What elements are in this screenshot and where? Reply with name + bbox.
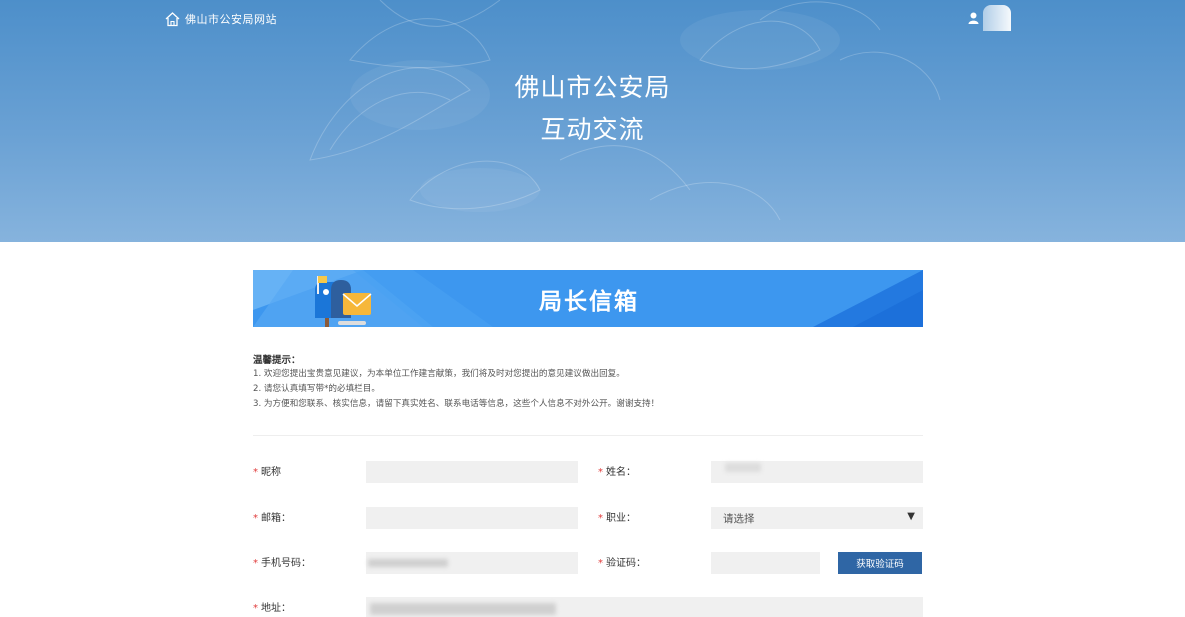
home-icon (165, 12, 180, 27)
blurred-value (725, 463, 761, 472)
blurred-value (370, 603, 556, 615)
get-verification-code-button[interactable]: 获取验证码 (838, 552, 922, 574)
required-mark: * (253, 513, 258, 524)
nickname-label: * 昵称 (253, 467, 281, 478)
divider (253, 435, 923, 436)
occupation-selected-value: 请选择 (723, 513, 755, 525)
hero-title-line1: 佛山市公安局 (514, 73, 671, 102)
occupation-select[interactable]: 请选择 ▼ (711, 507, 923, 529)
hero-header: 佛山市公安局网站 佛山市公安局 互动交流 (0, 0, 1185, 242)
phone-label: * 手机号码： (253, 558, 311, 569)
page: 佛山市公安局网站 佛山市公安局 互动交流 局长信箱 温馨提示： 1. 欢迎您提出… (0, 0, 1185, 617)
tips-line-2: 2. 请您认真填写带*的必填栏目。 (253, 384, 380, 394)
tips-line-1: 1. 欢迎您提出宝贵意见建议，为本单位工作建言献策，我们将及时对您提出的意见建议… (253, 369, 625, 379)
user-menu[interactable] (968, 4, 1011, 32)
avatar[interactable] (983, 5, 1011, 31)
tips-line-3: 3. 为方便和您联系、核实信息，请留下真实姓名、联系电话等信息，这些个人信息不对… (253, 399, 660, 409)
blurred-value (368, 559, 448, 567)
banner-title: 局长信箱 (539, 288, 639, 315)
home-link-label: 佛山市公安局网站 (185, 13, 277, 26)
required-mark: * (253, 603, 258, 614)
name-label: * 姓名： (598, 467, 636, 478)
occupation-label: * 职业： (598, 513, 636, 524)
tips-title: 温馨提示： (253, 355, 301, 366)
user-icon (968, 12, 979, 24)
hero-title-line2: 互动交流 (540, 115, 645, 144)
director-mailbox-banner: 局长信箱 (253, 270, 923, 327)
required-mark: * (253, 558, 258, 569)
required-mark: * (598, 558, 603, 569)
home-link[interactable]: 佛山市公安局网站 (164, 10, 277, 28)
phone-input[interactable] (366, 552, 578, 574)
address-input[interactable] (366, 597, 923, 617)
code-label: * 验证码： (598, 558, 646, 569)
tips-section: 温馨提示： 1. 欢迎您提出宝贵意见建议，为本单位工作建言献策，我们将及时对您提… (253, 355, 923, 412)
required-mark: * (253, 467, 258, 478)
required-mark: * (598, 513, 603, 524)
required-mark: * (598, 467, 603, 478)
name-input[interactable] (711, 461, 923, 483)
verification-code-input[interactable] (711, 552, 820, 574)
address-label: * 地址： (253, 603, 291, 614)
triangle-down-icon: ▼ (907, 511, 915, 522)
email-label: * 邮箱： (253, 513, 291, 524)
nickname-input[interactable] (366, 461, 578, 483)
email-input[interactable] (366, 507, 578, 529)
